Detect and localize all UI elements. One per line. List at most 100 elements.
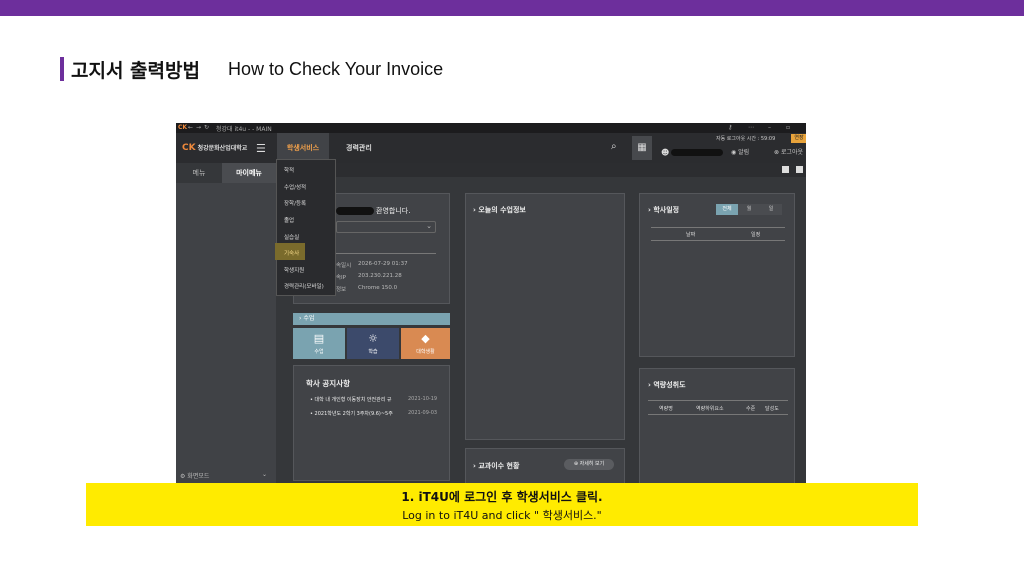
book-icon: ▤ [313, 332, 325, 345]
university-logo[interactable]: CK 청강문화산업대학교 [182, 143, 247, 153]
today-class-label: 오늘의 수업정보 [478, 206, 526, 214]
app-logo-icon: CK [178, 124, 188, 131]
search-icon[interactable]: ⌕ [611, 141, 617, 152]
column-header-subelement: 역량하위요소 [696, 406, 724, 412]
tile-campus-life[interactable]: ◆ 대학생활 [401, 328, 450, 359]
column-header-achievement: 달성도 [765, 406, 779, 412]
logout-label: 로그아웃 [780, 149, 804, 156]
screen-mode-toggle[interactable]: ⚙ 화면모드 [180, 471, 209, 480]
slide-title-english: How to Check Your Invoice [228, 59, 444, 79]
notice-item[interactable]: • 대학 내 개인형 이동장치 안전관리 규 [310, 396, 392, 403]
tile-class[interactable]: ▤ 수업 [293, 328, 345, 359]
dropdown-item[interactable]: 학생지원 [284, 266, 304, 274]
browser-window-bar: CK ← → ↻ 청강대 it4u - - MAIN ⚷ ⋯ – ▫ [176, 123, 806, 133]
tile-label: 학습 [368, 349, 378, 355]
lightbulb-icon: ☼ [368, 332, 378, 345]
notice-title: 학사 공지사항 [306, 379, 351, 388]
redacted-name [336, 207, 374, 215]
dropdown-item-dormitory[interactable]: 기숙사 [284, 249, 299, 257]
class-section-header: › 수업 [293, 313, 450, 325]
info-label: 속일시 [336, 263, 352, 269]
chevron-down-icon[interactable]: ⌄ [262, 471, 267, 478]
sidebar-tab-mymenu[interactable]: 마이메뉴 [222, 163, 276, 183]
alarm-label: 알림 [738, 149, 750, 156]
competency-title: › 역량성취도 [648, 381, 686, 389]
info-label: 정보 [336, 287, 347, 293]
calendar-panel [639, 193, 795, 357]
notice-text: 대학 내 개인형 이동장치 안전관리 규 [314, 397, 392, 403]
forward-icon[interactable]: → [196, 124, 201, 131]
title-accent-mark [60, 57, 64, 81]
refresh-icon[interactable]: ↻ [204, 124, 209, 131]
dropdown-item[interactable]: 경력관리(모바일) [284, 282, 324, 290]
dropdown-item[interactable]: 졸업 [284, 216, 294, 224]
calendar-label: 학사일정 [653, 206, 680, 214]
segment-day[interactable]: 일 [760, 204, 782, 215]
app-screenshot: CK ← → ↻ 청강대 it4u - - MAIN ⚷ ⋯ – ▫ CK 청강문… [176, 123, 806, 483]
redacted-username [671, 149, 723, 156]
logo-text: 청강문화산업대학교 [197, 145, 248, 152]
dropdown-item[interactable]: 실습실 [284, 233, 299, 241]
app-header [176, 133, 806, 163]
auto-logout-timer: 자동 로그아웃 시간 : 59:09 [716, 136, 776, 142]
table-rule [651, 240, 785, 241]
info-label: 속IP [336, 275, 346, 281]
today-class-panel [465, 193, 625, 440]
tile-study[interactable]: ☼ 학습 [347, 328, 399, 359]
hamburger-menu-icon[interactable]: ☰ [256, 142, 266, 155]
screen-mode-label: 화면모드 [187, 473, 210, 480]
window-title: 청강대 it4u - - MAIN [216, 126, 272, 133]
window-icon[interactable] [796, 166, 803, 173]
logout-button[interactable]: ⊗ 로그아웃 [774, 147, 803, 156]
detail-view-label: 자세히 보기 [579, 461, 605, 467]
sidebar-tab-menu[interactable]: 메뉴 [176, 163, 222, 183]
table-rule [648, 400, 788, 401]
maximize-icon[interactable]: ▫ [786, 124, 790, 131]
extend-button[interactable]: 연장 [791, 134, 806, 143]
window-icon[interactable] [782, 166, 789, 173]
sub-toolbar [276, 163, 806, 177]
notice-date: 2021-10-19 [408, 396, 438, 402]
caption-line-1: 1. iT4U에 로그인 후 학생서비스 클릭. [401, 490, 603, 504]
segment-month[interactable]: 월 [738, 204, 760, 215]
dropdown-item[interactable]: 학적 [284, 166, 294, 174]
dropdown-item[interactable]: 장학/등록 [284, 199, 306, 207]
top-accent-bar [0, 0, 1024, 16]
info-value: 2026-07-29 01:37 [358, 261, 408, 267]
detail-view-button[interactable]: ⊕ 자세히 보기 [564, 459, 614, 470]
ck-logo-icon: CK [182, 143, 196, 153]
completion-label: 교과이수 현황 [478, 462, 520, 470]
user-avatar-icon: ☻ [661, 148, 670, 157]
column-header-event: 일정 [751, 232, 761, 238]
column-header-date: 날짜 [686, 232, 696, 238]
key-icon[interactable]: ⚷ [728, 124, 732, 131]
tab-career-management[interactable]: 경력관리 [346, 133, 372, 163]
today-class-title: › 오늘의 수업정보 [473, 206, 526, 214]
notice-item[interactable]: • 2021학년도 2학기 3주차(9.6)~5주 [310, 410, 393, 417]
slide-title-korean: 고지서 출력방법 [71, 60, 200, 82]
minimize-icon[interactable]: – [768, 124, 771, 131]
completion-title: › 교과이수 현황 [473, 462, 520, 470]
column-header-level: 수준 [746, 406, 756, 412]
profile-select[interactable]: ⌄ [336, 221, 436, 233]
more-icon[interactable]: ⋯ [748, 124, 754, 131]
notice-date: 2021-09-03 [408, 410, 438, 416]
notice-text: 2021학년도 2학기 3주차(9.6)~5주 [314, 411, 393, 417]
competency-label: 역량성취도 [653, 381, 686, 389]
grid-menu-icon[interactable]: ▦ [632, 136, 652, 160]
segment-all[interactable]: 전체 [716, 204, 738, 215]
chevron-down-icon: ⌄ [426, 222, 432, 230]
dropdown-item[interactable]: 수업/성적 [284, 183, 306, 191]
info-value: 203.230.221.28 [358, 273, 402, 279]
calendar-title: › 학사일정 [648, 206, 680, 214]
alarm-button[interactable]: ◉ 알림 [731, 147, 749, 156]
graduation-cap-icon: ◆ [421, 332, 430, 345]
divider [336, 253, 436, 254]
back-icon[interactable]: ← [188, 124, 193, 131]
table-rule [651, 227, 785, 228]
info-value: Chrome 150.0 [358, 285, 398, 291]
table-rule [648, 414, 788, 415]
welcome-text: 환영합니다. [376, 207, 411, 215]
sidebar [176, 163, 276, 483]
class-section-label: 수업 [303, 315, 315, 322]
